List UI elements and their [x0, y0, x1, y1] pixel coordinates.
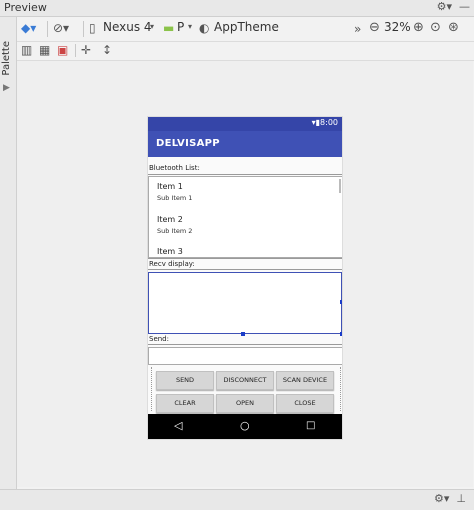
device-icon[interactable]: ▯	[89, 21, 96, 35]
app-bar: DELVISAPP	[148, 131, 342, 157]
device-selector[interactable]: Nexus 4	[103, 20, 152, 34]
window-controls[interactable]: ⚙▾ —	[437, 0, 470, 13]
window-title: Preview	[4, 1, 47, 14]
android-icon: ▬	[163, 21, 175, 35]
layers-icon[interactable]: ◆▾	[21, 21, 36, 35]
expand-horizontal-icon[interactable]: ✛	[81, 43, 91, 57]
divider	[83, 21, 84, 37]
palette-tab-label[interactable]: Palette	[1, 41, 15, 76]
status-bar: ▾▮ 8:00	[148, 117, 342, 131]
bluetooth-device-list[interactable]: Item 1 Sub Item 1 Item 2 Sub Item 2 Item…	[148, 176, 342, 258]
open-button[interactable]: OPEN	[216, 394, 274, 413]
errors-icon[interactable]: ▣	[57, 43, 68, 57]
expand-vertical-icon[interactable]: ↕	[102, 43, 112, 57]
divider	[75, 44, 76, 57]
list-item[interactable]: Item 1 Sub Item 1	[157, 182, 192, 202]
preview-title-bar: Preview ⚙▾ —	[0, 0, 474, 17]
zoom-in-icon[interactable]: ⊕	[413, 20, 424, 35]
resize-handle[interactable]	[241, 332, 245, 336]
list-item-subtitle: Sub Item 1	[157, 194, 193, 202]
signal-icon: ▾▮	[311, 118, 320, 127]
refresh-icon[interactable]: ⊛	[448, 20, 459, 35]
send-button[interactable]: SEND	[156, 371, 214, 390]
orientation-icon[interactable]: ⊘▾	[53, 21, 69, 35]
recv-display-area[interactable]	[148, 272, 342, 336]
back-icon[interactable]: ◁	[174, 419, 182, 432]
device-preview[interactable]: ▾▮ 8:00 DELVISAPP Bluetooth List: Item 1…	[148, 117, 342, 439]
chevron-down-icon[interactable]: ▾	[188, 22, 192, 31]
api-selector[interactable]: P	[177, 20, 184, 34]
bluetooth-list-label: Bluetooth List:	[149, 164, 200, 172]
chevron-down-icon[interactable]: ▾	[150, 22, 154, 31]
home-icon[interactable]: ○	[240, 419, 250, 432]
settings-icon[interactable]: ⚙▾ ⊥	[434, 492, 466, 505]
theme-selector[interactable]: AppTheme	[214, 20, 279, 34]
recents-icon[interactable]: □	[306, 420, 315, 431]
button-grid: SEND DISCONNECT SCAN DEVICE CLEAR OPEN C…	[151, 367, 341, 413]
close-button[interactable]: CLOSE	[276, 394, 334, 413]
clear-button[interactable]: CLEAR	[156, 394, 214, 413]
divider	[47, 21, 48, 37]
zoom-level: 32%	[384, 20, 411, 34]
list-item-title: Item 3	[157, 247, 183, 256]
resize-handle[interactable]	[340, 332, 342, 336]
list-item-subtitle: Sub Item 2	[157, 227, 193, 235]
overflow-icon[interactable]: »	[354, 22, 361, 36]
divider	[148, 258, 342, 259]
design-view-icon[interactable]: ▥	[21, 43, 32, 57]
layout-toolbar: ▥ ▦ ▣ ✛ ↕	[17, 42, 474, 61]
theme-icon: ◐	[199, 21, 210, 35]
app-title: DELVISAPP	[156, 138, 220, 149]
list-item[interactable]: Item 3	[157, 247, 183, 256]
divider	[148, 344, 342, 345]
bottom-status-bar: ⚙▾ ⊥	[0, 489, 474, 510]
scan-device-button[interactable]: SCAN DEVICE	[276, 371, 334, 390]
status-time: 8:00	[320, 118, 338, 127]
list-item-title: Item 1	[157, 182, 183, 191]
divider	[148, 269, 342, 270]
navigation-bar: ◁ ○ □	[148, 414, 342, 439]
send-label: Send:	[149, 335, 169, 343]
recv-display-label: Recv display:	[149, 260, 195, 268]
divider	[148, 174, 342, 175]
disconnect-button[interactable]: DISCONNECT	[216, 371, 274, 390]
zoom-out-icon[interactable]: ⊖	[369, 20, 380, 35]
list-item-title: Item 2	[157, 215, 183, 224]
blueprint-view-icon[interactable]: ▦	[39, 43, 50, 57]
palette-arrow-icon[interactable]: ▶	[3, 83, 10, 93]
resize-handle[interactable]	[340, 300, 342, 304]
palette-sidebar[interactable]: Palette ▶	[0, 17, 17, 489]
preview-toolbar: ◆▾ ⊘▾ ▯ Nexus 4 ▾ ▬ P ▾ ◐ AppTheme » ⊖ 3…	[17, 17, 474, 42]
scrollbar[interactable]	[339, 179, 341, 193]
list-item[interactable]: Item 2 Sub Item 2	[157, 215, 192, 235]
zoom-fit-icon[interactable]: ⊙	[430, 20, 441, 35]
send-input[interactable]	[148, 347, 342, 365]
